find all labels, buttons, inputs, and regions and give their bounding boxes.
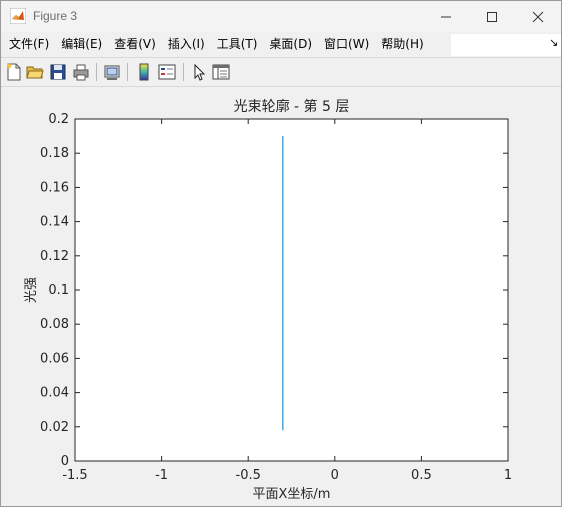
- x-tick-label: 1: [504, 468, 512, 483]
- plot-figure[interactable]: -1.5 -1 -0.5 0 0.5 1 0 0.02 0.04 0.06 0.08 0.1 0.12 0…: [1, 87, 561, 506]
- menu-file[interactable]: 文件(F): [1, 32, 55, 57]
- x-tick-label: 0: [331, 468, 339, 483]
- menu-overflow-arrow-icon[interactable]: ↘: [549, 36, 558, 49]
- maximize-button[interactable]: [469, 1, 515, 32]
- y-tick-label: 0.16: [40, 180, 69, 195]
- menu-bar: 文件(F) 编辑(E) 查看(V) 插入(I) 工具(T) 桌面(D) 窗口(W…: [1, 32, 561, 57]
- figure-window: Figure 3 文件(F) 编辑(E) 查看(V) 插入(I) 工具(T) 桌: [0, 0, 562, 507]
- menu-insert[interactable]: 插入(I): [162, 32, 211, 57]
- x-tick-label: -1.5: [62, 468, 87, 483]
- menu-view[interactable]: 查看(V): [108, 32, 162, 57]
- y-tick-label: 0.04: [40, 386, 69, 401]
- print-icon[interactable]: [72, 63, 90, 81]
- x-tick-label: -0.5: [236, 468, 261, 483]
- menu-help[interactable]: 帮助(H): [375, 32, 429, 57]
- toolbar-separator: [183, 63, 184, 81]
- y-axis-label: 光强: [24, 277, 39, 303]
- close-icon: [532, 11, 544, 22]
- property-inspector-icon[interactable]: [212, 63, 230, 81]
- open-file-icon[interactable]: [26, 63, 44, 81]
- insert-legend-icon[interactable]: [158, 63, 176, 81]
- minimize-button[interactable]: [423, 1, 469, 32]
- y-tick-label: 0.08: [40, 317, 69, 332]
- matlab-app-icon: [10, 8, 26, 24]
- y-tick-label: 0.02: [40, 420, 69, 435]
- x-axis-label: 平面X坐标/m: [253, 487, 331, 502]
- title-bar[interactable]: Figure 3: [1, 1, 561, 32]
- toolbar-separator: [127, 63, 128, 81]
- y-tick-label: 0.1: [48, 283, 69, 298]
- y-tick-label: 0.06: [40, 351, 69, 366]
- minimize-icon: [441, 16, 451, 17]
- menu-tools[interactable]: 工具(T): [211, 32, 264, 57]
- x-tick-label: -1: [155, 468, 168, 483]
- menu-bar-blank: [451, 34, 561, 56]
- menu-desktop[interactable]: 桌面(D): [263, 32, 318, 57]
- x-tick-label: 0.5: [411, 468, 432, 483]
- figure-toolbar: [1, 57, 561, 87]
- close-button[interactable]: [515, 1, 561, 32]
- y-tick-label: 0.2: [48, 112, 69, 127]
- chart-title: 光束轮廓 - 第 5 层: [234, 98, 350, 115]
- insert-colorbar-icon[interactable]: [135, 63, 153, 81]
- edit-plot-arrow-icon[interactable]: [190, 63, 208, 81]
- maximize-icon: [487, 11, 497, 22]
- new-figure-icon[interactable]: [5, 63, 23, 81]
- toolbar-separator: [96, 63, 97, 81]
- menu-edit[interactable]: 编辑(E): [55, 32, 108, 57]
- axes-box[interactable]: [74, 118, 509, 462]
- y-tick-label: 0.14: [40, 215, 69, 230]
- menu-window[interactable]: 窗口(W): [318, 32, 375, 57]
- y-tick-label: 0: [61, 454, 69, 469]
- window-title: Figure 3: [33, 9, 78, 23]
- link-plot-icon[interactable]: [103, 63, 121, 81]
- save-icon[interactable]: [49, 63, 67, 81]
- y-tick-label: 0.12: [40, 249, 69, 264]
- y-tick-label: 0.18: [40, 146, 69, 161]
